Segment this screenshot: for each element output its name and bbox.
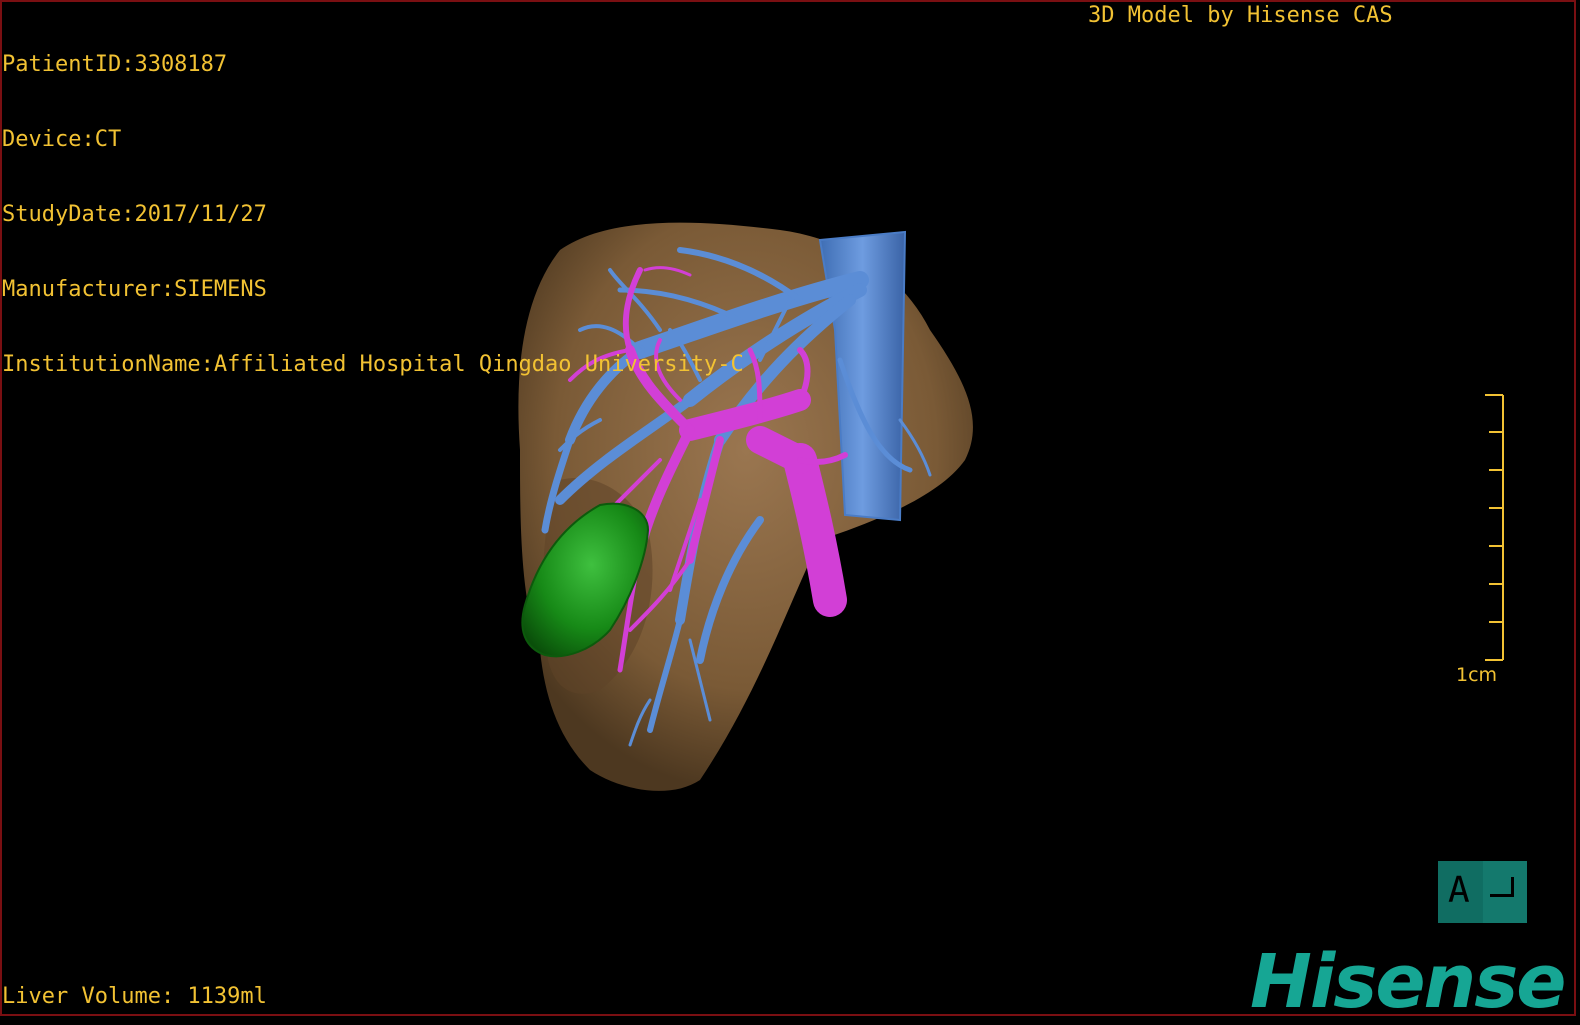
scale-bar: [1485, 394, 1504, 661]
device-label: Device:CT: [2, 127, 122, 152]
orientation-reset-button[interactable]: A: [1438, 861, 1527, 923]
hisense-logo: Hisense: [1250, 939, 1566, 1025]
orientation-letter: A: [1448, 870, 1470, 911]
study-date: StudyDate:2017/11/27: [2, 202, 267, 227]
institution-name: InstitutionName:Affiliated Hospital Qing…: [2, 352, 744, 377]
liver-volume: Liver Volume: 1139ml: [2, 984, 267, 1009]
study-info-overlay: PatientID:3308187 Device:CT StudyDate:20…: [2, 2, 744, 402]
manufacturer-label: Manufacturer:SIEMENS: [2, 277, 267, 302]
scale-bar-label: 1cm: [1456, 664, 1498, 686]
orientation-corner-icon: [1490, 877, 1514, 897]
model-credit: 3D Model by Hisense CAS: [1088, 3, 1393, 28]
patient-id: PatientID:3308187: [2, 52, 228, 77]
